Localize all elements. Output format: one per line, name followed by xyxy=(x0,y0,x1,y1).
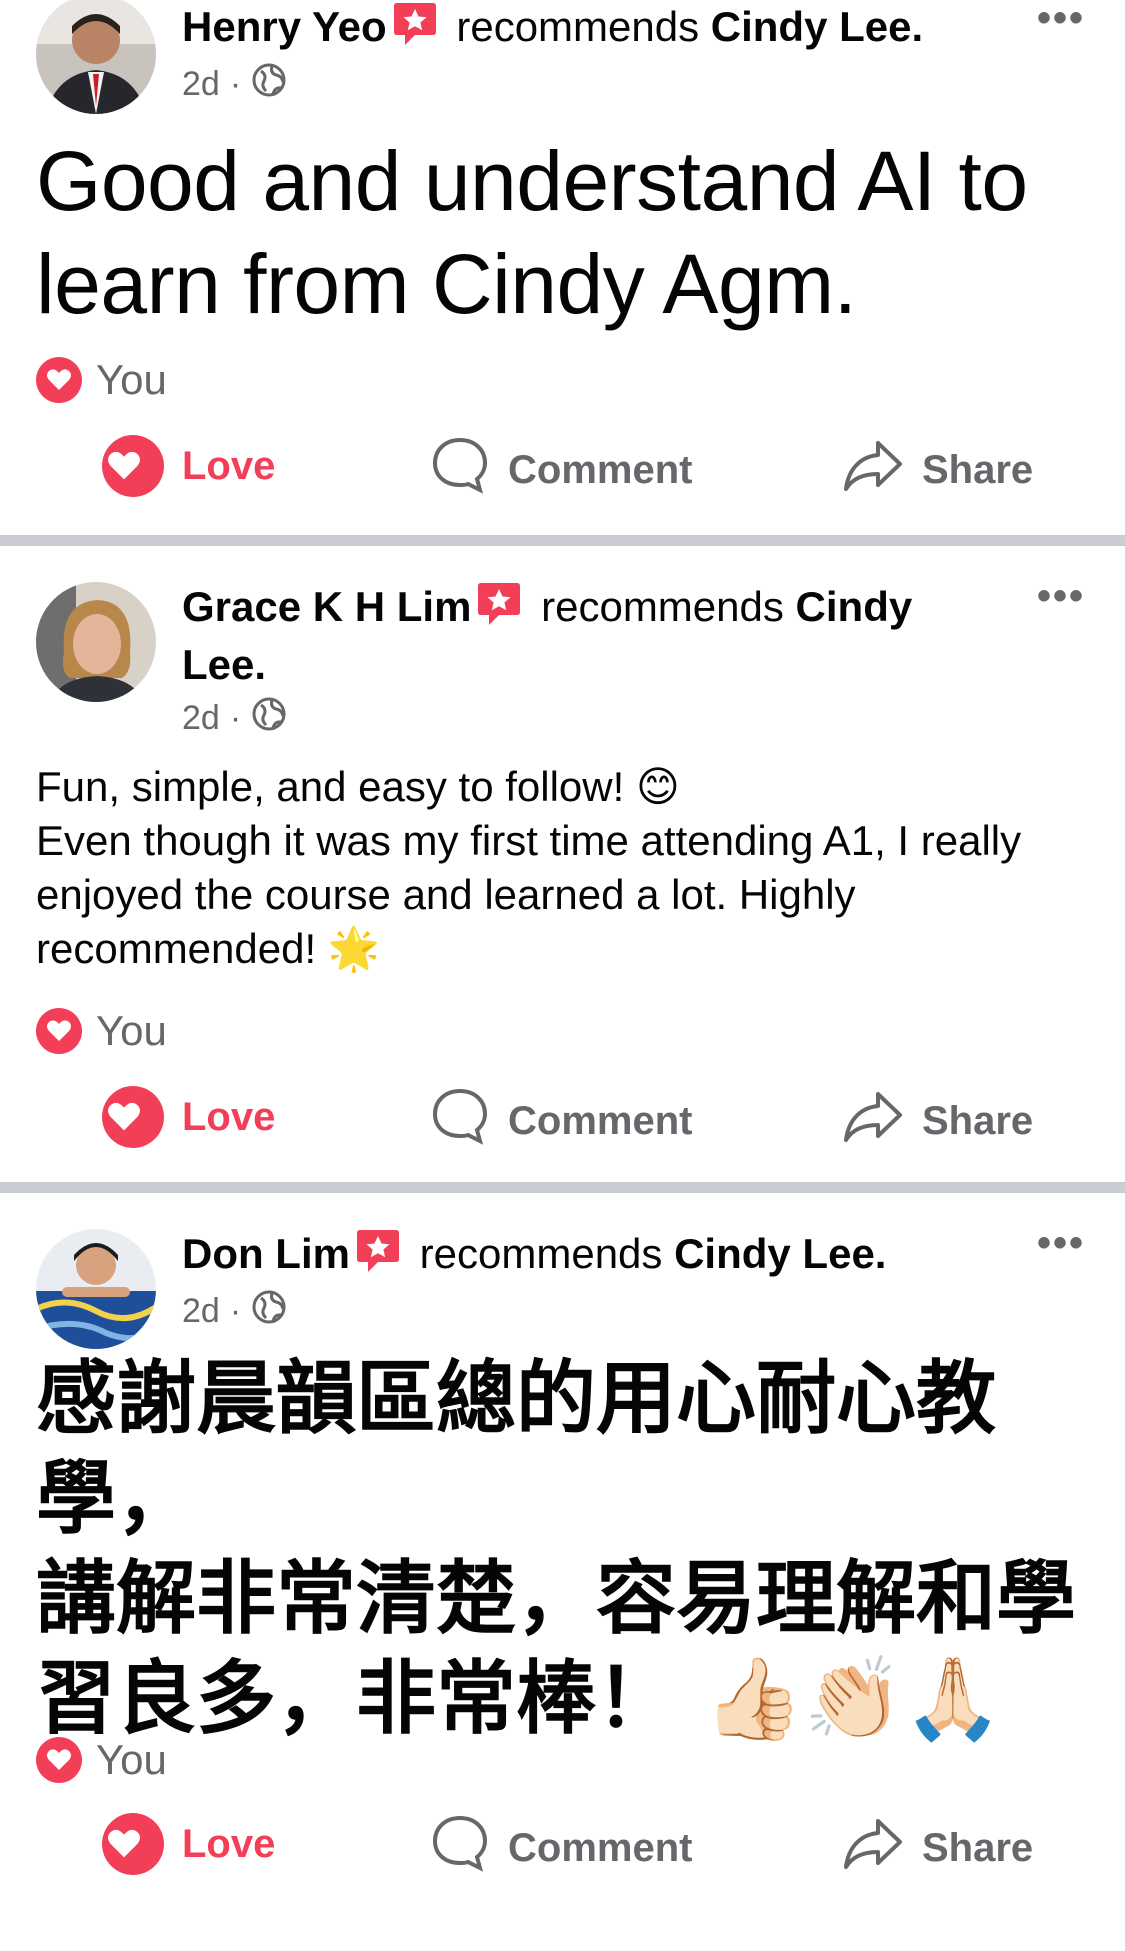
avatar[interactable] xyxy=(36,1229,156,1349)
comment-button[interactable]: Comment xyxy=(430,435,692,505)
more-icon[interactable]: ••• xyxy=(1037,574,1085,619)
post-header: Henry Yeo recommends Cindy Lee. xyxy=(182,0,982,56)
post-header: Don Lim recommends Cindy Lee. xyxy=(182,1225,982,1283)
post-divider xyxy=(0,535,1125,546)
recommend-badge-icon xyxy=(477,581,521,627)
comment-icon xyxy=(430,435,508,505)
reaction-names: You xyxy=(96,1736,167,1783)
share-icon xyxy=(842,1086,922,1156)
globe-icon xyxy=(251,62,287,107)
meta-separator: · xyxy=(229,699,242,737)
recommend-badge-icon xyxy=(356,1228,400,1274)
reaction-summary[interactable]: You xyxy=(36,1007,167,1055)
share-icon xyxy=(842,1813,922,1883)
reaction-names: You xyxy=(96,356,167,403)
avatar[interactable] xyxy=(36,0,156,114)
share-button[interactable]: Share xyxy=(842,1813,1033,1883)
comment-button[interactable]: Comment xyxy=(430,1813,692,1883)
reaction-summary[interactable]: You xyxy=(36,1736,167,1784)
post-text-line: Even though it was my first time attendi… xyxy=(36,817,1022,972)
post-meta: 2d · xyxy=(182,1289,287,1334)
post-meta: 2d · xyxy=(182,696,287,741)
more-icon[interactable]: ••• xyxy=(1037,0,1085,41)
heart-icon xyxy=(36,1008,82,1054)
post-3: Don Lim recommends Cindy Lee. ••• 2d · 感… xyxy=(0,1193,1125,1951)
heart-icon xyxy=(36,1737,82,1783)
meta-separator: · xyxy=(229,1292,242,1330)
comment-button[interactable]: Comment xyxy=(430,1086,692,1156)
heart-icon xyxy=(36,357,82,403)
reaction-summary[interactable]: You xyxy=(36,356,167,404)
author-name[interactable]: Don Lim xyxy=(182,1230,350,1277)
globe-icon xyxy=(251,696,287,741)
love-button[interactable]: Love xyxy=(102,435,275,497)
share-button[interactable]: Share xyxy=(842,435,1033,505)
share-button[interactable]: Share xyxy=(842,1086,1033,1156)
recommends-label: recommends xyxy=(419,1230,663,1277)
author-name[interactable]: Henry Yeo xyxy=(182,3,387,50)
post-text-line: 講解非常清楚，容易理解和學習良多，非常棒！ 👍🏻👏🏻🙏🏻 xyxy=(36,1552,1076,1745)
reaction-names: You xyxy=(96,1007,167,1054)
comment-icon xyxy=(430,1813,508,1883)
heart-icon xyxy=(102,1813,164,1875)
post-text: Fun, simple, and easy to follow! 😊 Even … xyxy=(36,760,1096,976)
action-bar: Love Comment Share xyxy=(0,1086,1125,1166)
share-label: Share xyxy=(922,1825,1034,1870)
avatar[interactable] xyxy=(36,582,156,702)
recommended-page[interactable]: Cindy Lee. xyxy=(674,1230,886,1277)
recommended-page[interactable]: Cindy Lee. xyxy=(711,3,923,50)
post-time[interactable]: 2d xyxy=(182,65,220,104)
recommend-badge-icon xyxy=(393,1,437,47)
heart-icon xyxy=(102,435,164,497)
heart-icon xyxy=(102,1086,164,1148)
post-time[interactable]: 2d xyxy=(182,699,220,738)
recommends-label: recommends xyxy=(541,583,784,630)
love-label: Love xyxy=(182,1094,276,1139)
post-text-line: Fun, simple, and easy to follow! 😊 xyxy=(36,763,680,810)
post-2: Grace K H Lim recommends Cindy Lee. ••• … xyxy=(0,546,1125,1182)
author-name[interactable]: Grace K H Lim xyxy=(182,583,471,630)
more-icon[interactable]: ••• xyxy=(1037,1221,1085,1266)
love-label: Love xyxy=(182,1821,276,1866)
action-bar: Love Comment Share xyxy=(0,435,1125,515)
share-icon xyxy=(842,435,922,505)
globe-icon xyxy=(251,1289,287,1334)
post-text-line: 感謝晨韻區總的用心耐心教學， xyxy=(36,1352,996,1545)
love-label: Love xyxy=(182,443,276,488)
recommends-label: recommends xyxy=(456,3,700,50)
share-label: Share xyxy=(922,447,1034,492)
action-bar: Love Comment Share xyxy=(0,1813,1125,1893)
post-meta: 2d · xyxy=(182,62,287,107)
post-text: 感謝晨韻區總的用心耐心教學， 講解非常清楚，容易理解和學習良多，非常棒！ 👍🏻👏… xyxy=(36,1349,1096,1749)
love-button[interactable]: Love xyxy=(102,1086,275,1148)
share-label: Share xyxy=(922,1098,1034,1143)
post-header: Grace K H Lim recommends Cindy Lee. xyxy=(182,578,982,694)
recommended-page[interactable]: Cindy xyxy=(796,583,913,630)
post-time[interactable]: 2d xyxy=(182,1292,220,1331)
love-button[interactable]: Love xyxy=(102,1813,275,1875)
post-text: Good and understand AI to learn from Cin… xyxy=(36,134,1028,331)
meta-separator: · xyxy=(229,65,242,103)
comment-label: Comment xyxy=(508,1825,693,1870)
post-1: Henry Yeo recommends Cindy Lee. ••• 2d ·… xyxy=(0,0,1125,535)
comment-label: Comment xyxy=(508,1098,693,1143)
comment-label: Comment xyxy=(508,447,693,492)
recommended-page-continued[interactable]: Lee. xyxy=(182,641,266,688)
post-divider xyxy=(0,1182,1125,1193)
comment-icon xyxy=(430,1086,508,1156)
